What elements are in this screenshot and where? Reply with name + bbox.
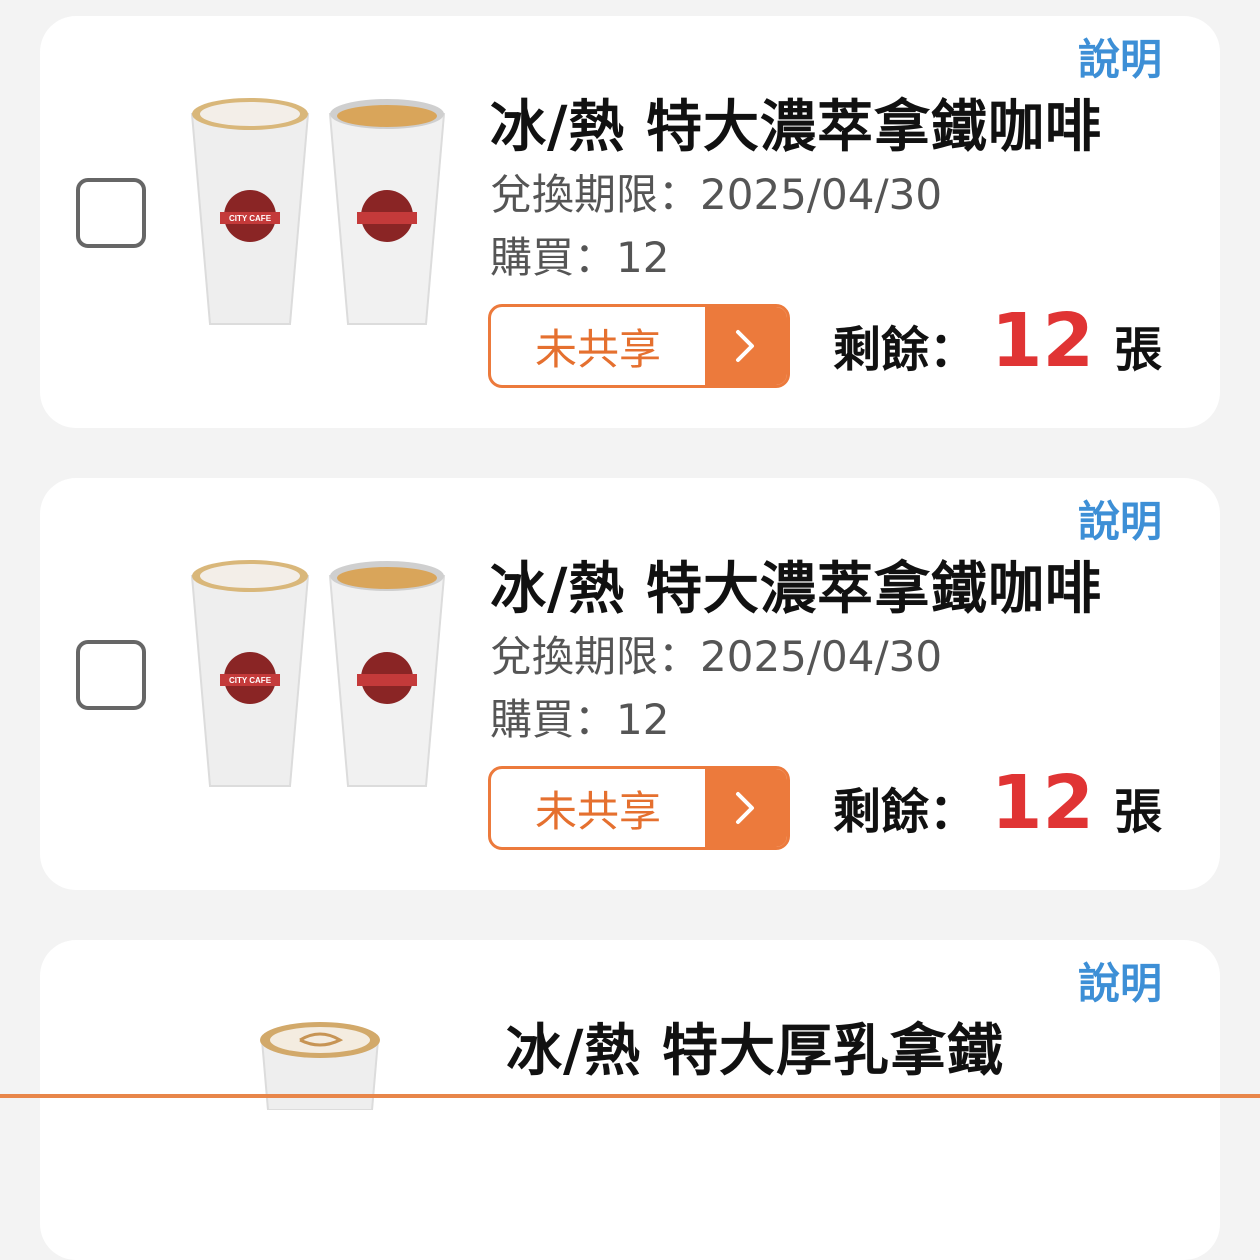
info-link[interactable]: 說明 bbox=[1078, 950, 1162, 1011]
info-link[interactable]: 說明 bbox=[1078, 488, 1162, 549]
bottom-divider bbox=[0, 1094, 1260, 1098]
cup-logo-text: CITY CAFE bbox=[229, 214, 272, 223]
info-link[interactable]: 說明 bbox=[1078, 26, 1162, 87]
coupon-card: 說明 CITY CAFE 冰/熱 特大濃萃拿鐵咖啡 兌換期限：2025/04/3… bbox=[40, 16, 1220, 428]
purchase-count: 購買：12 bbox=[490, 233, 670, 282]
purchase-count: 購買：12 bbox=[490, 695, 670, 744]
select-checkbox[interactable] bbox=[76, 640, 146, 710]
coupon-card: 說明 冰/熱 特大厚乳拿鐵 bbox=[40, 940, 1220, 1260]
product-title: 冰/熱 特大濃萃拿鐵咖啡 bbox=[490, 95, 1102, 160]
expiry-date: 兌換期限：2025/04/30 bbox=[490, 632, 943, 681]
share-status-label: 未共享 bbox=[534, 786, 661, 836]
chevron-right-icon bbox=[705, 307, 787, 385]
cup-logo-text: CITY CAFE bbox=[229, 676, 272, 685]
share-status-label: 未共享 bbox=[534, 324, 661, 374]
product-image: CITY CAFE bbox=[186, 548, 456, 798]
remaining-count: 12 bbox=[991, 760, 1094, 846]
product-image: CITY CAFE bbox=[186, 86, 456, 336]
share-status-button[interactable]: 未共享 bbox=[488, 766, 790, 850]
share-status-button[interactable]: 未共享 bbox=[488, 304, 790, 388]
remaining-unit: 張 bbox=[1113, 322, 1162, 378]
coupon-card: 說明 CITY CAFE 冰/熱 特大濃萃拿鐵咖啡 兌換期限：2025/04/3… bbox=[40, 478, 1220, 890]
expiry-date: 兌換期限：2025/04/30 bbox=[490, 170, 943, 219]
remaining-count: 12 bbox=[991, 298, 1094, 384]
select-checkbox[interactable] bbox=[76, 178, 146, 248]
remaining-label: 剩餘： bbox=[832, 322, 977, 378]
remaining-unit: 張 bbox=[1113, 784, 1162, 840]
product-title: 冰/熱 特大濃萃拿鐵咖啡 bbox=[490, 557, 1102, 622]
product-title: 冰/熱 特大厚乳拿鐵 bbox=[506, 1019, 1004, 1084]
remaining-tickets: 剩餘： 12 張 bbox=[833, 298, 1162, 384]
remaining-label: 剩餘： bbox=[832, 784, 977, 840]
chevron-right-icon bbox=[705, 769, 787, 847]
remaining-tickets: 剩餘： 12 張 bbox=[833, 760, 1162, 846]
